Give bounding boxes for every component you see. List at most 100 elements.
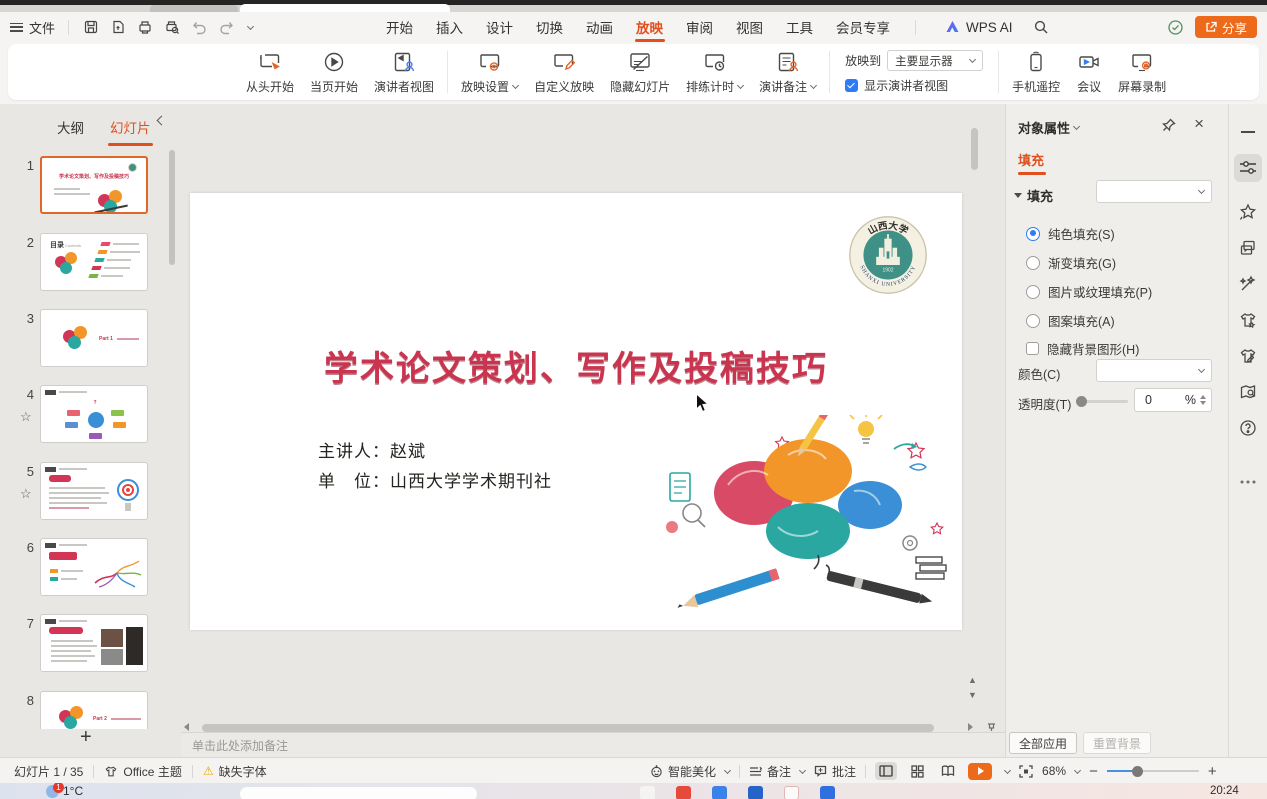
transparency-slider-knob[interactable] (1076, 396, 1087, 407)
slide-thumbnail-6[interactable] (40, 538, 148, 596)
tab-slides[interactable]: 幻灯片 (108, 112, 153, 142)
object-properties-icon[interactable] (1234, 154, 1262, 182)
slide-thumbnail-4[interactable]: ? (40, 385, 148, 443)
export-pdf-icon[interactable] (109, 18, 127, 36)
wps-ai-button[interactable]: WPS AI (945, 20, 1013, 35)
taskbar-search-pill[interactable] (240, 787, 477, 799)
taskbar-app-icon[interactable] (784, 786, 799, 799)
more-tools-icon[interactable] (1234, 468, 1262, 496)
zoom-out-button[interactable]: − (1089, 763, 1098, 780)
effects-star-icon[interactable] (1234, 198, 1262, 226)
slide-title[interactable]: 学术论文策划、写作及投稿技巧 (230, 341, 922, 390)
smart-beautify-button[interactable]: 智能美化 (650, 763, 730, 780)
notes-bar[interactable]: 单击此处添加备注 (182, 732, 1005, 757)
slide-organization-line[interactable]: 单 位：山西大学学术期刊社 (318, 467, 552, 492)
design-theme-icon[interactable] (1234, 306, 1262, 334)
document-tab-active[interactable] (240, 4, 450, 12)
tab-slideshow[interactable]: 放映 (634, 12, 665, 42)
display-select[interactable]: 主要显示器 (887, 50, 983, 71)
picture-fill-radio[interactable]: 图片或纹理填充(P) (1026, 282, 1152, 301)
normal-view-button[interactable] (875, 762, 897, 780)
custom-design-icon[interactable] (1234, 342, 1262, 370)
smart-tools-wand-icon[interactable] (1234, 270, 1262, 298)
taskbar-app-icon[interactable] (676, 786, 691, 799)
previous-slide-button[interactable]: ▲ (968, 676, 977, 685)
apply-all-button[interactable]: 全部应用 (1009, 732, 1077, 754)
zoom-slider-knob[interactable] (1132, 766, 1143, 777)
pattern-fill-radio[interactable]: 图案填充(A) (1026, 311, 1115, 330)
show-settings-button[interactable]: 放映设置 (453, 50, 526, 95)
sidebar-scrollbar[interactable] (169, 150, 175, 265)
redo-icon[interactable] (217, 18, 235, 36)
document-tab-inactive[interactable] (150, 5, 238, 12)
theme-button[interactable]: Office 主题 (104, 763, 181, 780)
reset-background-button[interactable]: 重置背景 (1083, 732, 1151, 754)
from-beginning-button[interactable]: 从头开始 (238, 50, 302, 95)
solid-fill-radio[interactable]: 纯色填充(S) (1026, 224, 1115, 243)
meeting-button[interactable]: 会议 (1068, 50, 1110, 95)
zoom-in-button[interactable]: + (1208, 763, 1217, 780)
tab-member[interactable]: 会员专享 (834, 12, 892, 42)
resource-search-icon[interactable] (1234, 378, 1262, 406)
undo-icon[interactable] (190, 18, 208, 36)
speaker-notes-button[interactable]: 演讲备注 (751, 50, 824, 95)
quickbar-more-chevron[interactable] (247, 22, 254, 29)
close-panel-icon[interactable]: × (1194, 114, 1204, 134)
slide-thumbnail-7[interactable] (40, 614, 148, 672)
next-slide-button[interactable]: ▼ (968, 691, 977, 700)
add-slide-button[interactable]: + (80, 726, 92, 749)
help-icon[interactable] (1234, 414, 1262, 442)
horizontal-scrollbar[interactable] (182, 720, 1005, 732)
spin-up-icon[interactable] (1200, 395, 1206, 399)
fit-slide-button[interactable] (1019, 765, 1033, 778)
panel-title-dropdown[interactable]: 对象属性 (1018, 118, 1079, 137)
hide-background-checkbox[interactable]: 隐藏背景图形(H) (1026, 339, 1139, 358)
spin-down-icon[interactable] (1200, 401, 1206, 405)
show-presenter-view-checkbox[interactable]: 显示演讲者视图 (845, 77, 983, 94)
collapse-rail-icon[interactable] (1234, 118, 1262, 146)
missing-font-button[interactable]: ⚠ 缺失字体 (203, 763, 267, 780)
screen-record-button[interactable]: 屏幕录制 (1110, 50, 1174, 95)
comments-button[interactable]: 批注 (814, 763, 856, 780)
file-menu[interactable]: 文件 (10, 12, 55, 42)
play-slideshow-button[interactable] (968, 763, 992, 780)
gradient-fill-radio[interactable]: 渐变填充(G) (1026, 253, 1116, 272)
custom-show-button[interactable]: 自定义放映 (526, 50, 602, 95)
hide-slide-button[interactable]: 隐藏幻灯片 (602, 50, 678, 95)
notes-toggle-button[interactable]: 备注 (749, 763, 805, 780)
play-options-chevron[interactable] (1004, 766, 1011, 773)
print-icon[interactable] (136, 18, 154, 36)
selection-pane-icon[interactable] (1234, 234, 1262, 262)
zoom-slider[interactable] (1107, 770, 1199, 772)
tab-design[interactable]: 设计 (484, 12, 515, 42)
phone-remote-button[interactable]: 手机遥控 (1004, 50, 1068, 95)
from-current-button[interactable]: 当页开始 (302, 50, 366, 95)
tab-fill[interactable]: 填充 (1018, 150, 1044, 169)
pin-notes-icon[interactable] (986, 720, 997, 732)
tab-home[interactable]: 开始 (384, 12, 415, 42)
color-select[interactable] (1096, 359, 1212, 382)
reading-view-button[interactable] (937, 762, 959, 780)
slide-thumbnail-1[interactable]: 学术论文策划、写作及投稿技巧 (40, 156, 148, 214)
save-icon[interactable] (82, 18, 100, 36)
taskbar-weather-widget[interactable]: 1 1°C (46, 784, 83, 798)
slide-presenter-line[interactable]: 主讲人：赵斌 (318, 437, 426, 462)
print-preview-icon[interactable] (163, 18, 181, 36)
taskbar-app-icon[interactable] (748, 786, 763, 799)
transparency-slider[interactable] (1080, 400, 1128, 403)
tab-outline[interactable]: 大纲 (55, 112, 86, 142)
slide-thumbnail-2[interactable]: 目录 Contents (40, 233, 148, 291)
tab-tools[interactable]: 工具 (784, 12, 815, 42)
slide-sorter-view-button[interactable] (906, 762, 928, 780)
collapse-panel-arrow[interactable] (158, 116, 168, 126)
pin-panel-icon[interactable] (1162, 118, 1176, 132)
tab-insert[interactable]: 插入 (434, 12, 465, 42)
slide-thumbnail-8[interactable]: Part 2 (40, 691, 148, 729)
presenter-view-button[interactable]: 演讲者视图 (366, 50, 442, 95)
fill-preset-select[interactable] (1096, 180, 1212, 203)
scroll-right-arrow[interactable] (968, 723, 973, 731)
taskbar-app-icon[interactable] (640, 786, 655, 799)
vertical-scrollbar[interactable] (971, 128, 978, 170)
search-icon[interactable] (1032, 18, 1050, 36)
slide-canvas[interactable]: 山西大学 SHANXI UNIVERSITY 1902 学术论文策划、写作及投稿… (190, 193, 962, 630)
